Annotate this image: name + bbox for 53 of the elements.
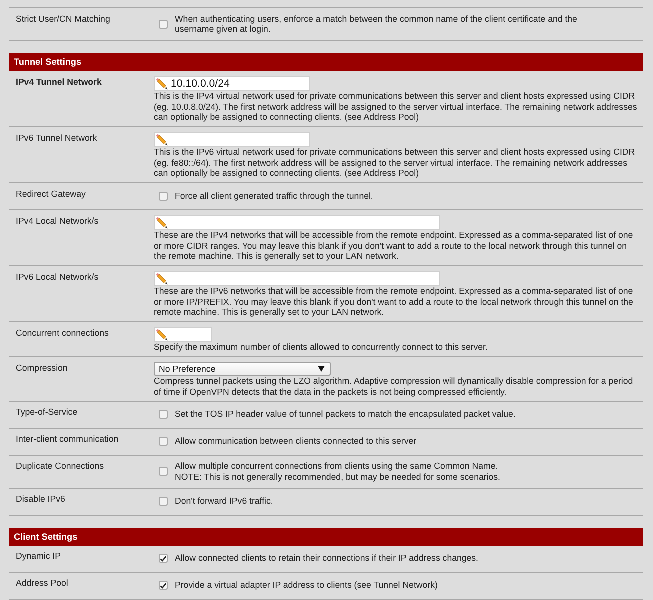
check-icon <box>160 556 167 562</box>
section-header: Tunnel Settings <box>9 53 643 71</box>
text-field[interactable] <box>154 271 440 286</box>
pencil-icon <box>156 328 168 340</box>
checkbox-label: Force all client generated traffic through the tunnel. <box>175 190 374 202</box>
text-field[interactable] <box>154 215 440 230</box>
field-label: IPv4 Tunnel Network <box>16 76 102 88</box>
note-text: NOTE: This is not generally recommended, but may be needed for some scenarios. <box>175 472 500 482</box>
checkbox[interactable] <box>159 581 168 590</box>
checkbox-label: Allow multiple concurrent connections from clients using the same Common Name. <box>175 461 498 472</box>
field-label: Inter-client communication <box>16 433 119 445</box>
field-label: Concurrent connections <box>16 326 109 338</box>
field-label: Type-of-Service <box>16 406 78 418</box>
field-label: IPv6 Local Network/s <box>16 270 99 282</box>
checkbox-label: Allow communication between clients connected to this server <box>175 436 417 447</box>
field-description: This is the IPv6 virtual network used for private communications between this server and client hosts expressed using CIDR (eg. fe80::/64). The first network address will be assigned to the server virtual interface. The remaining network addresses can optionally be assigned to connecting clients. (see Address Pool) <box>154 147 636 178</box>
checkbox-label: Set the TOS IP header value of tunnel packets to match the encapsulated packet value. <box>175 409 516 420</box>
dropdown[interactable]: No Preference <box>154 362 331 376</box>
pencil-icon <box>156 216 168 228</box>
field-label: Dynamic IP <box>16 550 61 562</box>
checkbox[interactable] <box>159 554 168 563</box>
pencil-icon <box>156 272 168 284</box>
field-label: Address Pool <box>16 577 68 589</box>
text-field[interactable] <box>154 327 212 342</box>
field-label: IPv6 Tunnel Network <box>16 132 98 144</box>
field-label: Redirect Gateway <box>16 188 86 200</box>
field-label: Duplicate Connections <box>16 460 104 472</box>
field-description: These are the IPv6 networks that will be accessible from the remote endpoint. Expressed as a comma-separated list of one or more IP/PREFIX. You may leave this blank if you don't want to add a route to the local network through this tunnel on the remote machine. This is generally set to your LAN network. <box>154 286 634 318</box>
checkbox[interactable] <box>159 192 168 200</box>
caret-icon <box>318 366 325 372</box>
checkbox-label: When authenticating users, enforce a match between the common name of the client certificate and the username given at login. <box>175 14 578 34</box>
checkbox-label: Don't forward IPv6 traffic. <box>175 496 274 507</box>
field-description: This is the IPv4 virtual network used for private communications between this server and client hosts expressed using CIDR (eg. 10.0.8.0/24). The first network address will be assigned to the server virtual interface. The remaining network addresses can optionally be assigned to connecting clients. (see Address Pool) <box>154 91 638 122</box>
checkbox[interactable] <box>159 410 168 419</box>
field-label: Strict User/CN Matching <box>16 12 110 24</box>
field-label: Disable IPv6 <box>16 493 66 505</box>
checkbox[interactable] <box>159 20 168 28</box>
checkbox-label: Provide a virtual adapter IP address to clients (see Tunnel Network) <box>175 580 438 591</box>
text-field[interactable] <box>154 132 310 147</box>
field-description: Compress tunnel packets using the LZO algorithm. Adaptive compression will dynamically disable compression for a period of time if OpenVPN detects that the data in the packets is not being compressed efficiently. <box>154 376 634 397</box>
checkbox[interactable] <box>159 437 168 446</box>
pencil-icon <box>156 134 168 146</box>
field-description: Specify the maximum number of clients allowed to concurrently connect to this server. <box>154 342 489 352</box>
checkbox[interactable] <box>159 467 168 476</box>
section-header: Client Settings <box>9 528 643 546</box>
field-label: IPv4 Local Network/s <box>16 214 99 226</box>
text-field[interactable]: 10.10.0.0/24 <box>154 76 310 91</box>
field-label: Compression <box>16 362 68 374</box>
checkbox[interactable] <box>159 497 168 506</box>
pencil-icon <box>156 78 168 90</box>
field-description: These are the IPv4 networks that will be accessible from the remote endpoint. Expressed as a comma-separated list of one or more CIDR ranges. You may leave this blank if you don't want to add a route to the local network through this tunnel on the remote machine. This is generally set to your LAN network. <box>154 230 634 262</box>
checkbox-label: Allow connected clients to retain their connections if their IP address changes. <box>175 553 479 564</box>
check-icon <box>160 582 167 588</box>
